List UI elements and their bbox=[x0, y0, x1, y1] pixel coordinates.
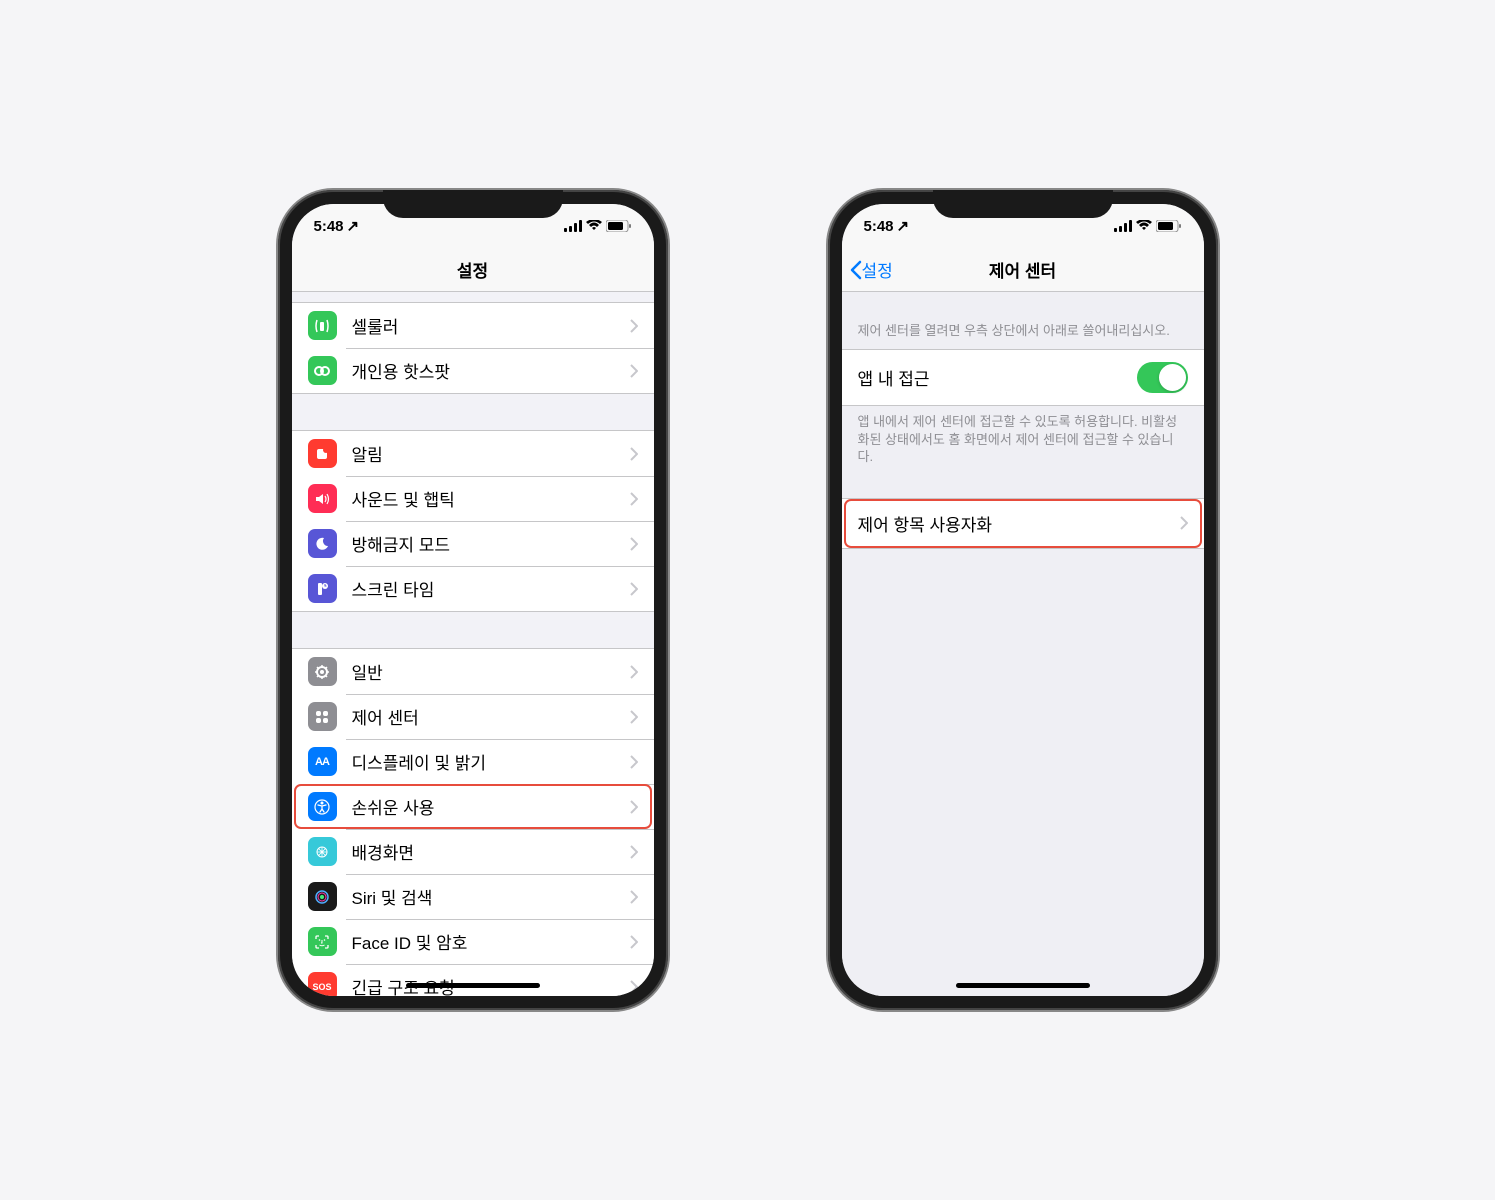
section-footer: 앱 내에서 제어 센터에 접근할 수 있도록 허용합니다. 비활성화된 상태에서… bbox=[842, 406, 1204, 474]
settings-row-faceid[interactable]: Face ID 및 암호 bbox=[292, 919, 654, 964]
status-icons bbox=[564, 220, 632, 232]
cellular-icon bbox=[308, 311, 337, 340]
settings-row-access-in-apps[interactable]: 앱 내 접근 bbox=[842, 350, 1204, 405]
phone-frame-right: 5:48 ↗ 설정 제어 센터 제어 bbox=[828, 190, 1218, 1010]
settings-row-accessibility[interactable]: 손쉬운 사용 bbox=[292, 784, 654, 829]
sounds-icon bbox=[308, 484, 337, 513]
settings-group: 알림 사운드 및 햅틱 방해금지 모드 bbox=[292, 430, 654, 612]
settings-group: 제어 항목 사용자화 bbox=[842, 498, 1204, 549]
settings-row-sounds[interactable]: 사운드 및 햅틱 bbox=[292, 476, 654, 521]
settings-row-siri[interactable]: Siri 및 검색 bbox=[292, 874, 654, 919]
time-label: 5:48 bbox=[864, 218, 894, 235]
control-center-icon bbox=[308, 702, 337, 731]
row-label: 개인용 핫스팟 bbox=[352, 358, 630, 383]
back-button[interactable]: 설정 bbox=[850, 257, 893, 282]
general-icon bbox=[308, 657, 337, 686]
notifications-icon bbox=[308, 439, 337, 468]
row-label: 앱 내 접근 bbox=[858, 365, 1137, 390]
chevron-right-icon bbox=[630, 537, 638, 551]
phone-frame-left: 5:48 ↗ 설정 bbox=[278, 190, 668, 1010]
status-time: 5:48 ↗ bbox=[864, 217, 910, 235]
page-title: 제어 센터 bbox=[989, 257, 1056, 282]
settings-row-hotspot[interactable]: 개인용 핫스팟 bbox=[292, 348, 654, 393]
settings-group: 일반 제어 센터 AA 디스플레이 및 밝기 bbox=[292, 648, 654, 996]
row-label: 배경화면 bbox=[352, 839, 630, 864]
home-indicator[interactable] bbox=[956, 983, 1090, 988]
battery-icon bbox=[1156, 220, 1182, 232]
wifi-icon bbox=[586, 220, 602, 232]
wifi-icon bbox=[1136, 220, 1152, 232]
row-label: 손쉬운 사용 bbox=[352, 794, 630, 819]
chevron-right-icon bbox=[630, 710, 638, 724]
row-label: 방해금지 모드 bbox=[352, 531, 630, 556]
row-label: 디스플레이 및 밝기 bbox=[352, 749, 630, 774]
phone-screen-right: 5:48 ↗ 설정 제어 센터 제어 bbox=[842, 204, 1204, 996]
time-label: 5:48 bbox=[314, 218, 344, 235]
settings-row-sos[interactable]: SOS 긴급 구조 요청 bbox=[292, 964, 654, 996]
notch bbox=[933, 190, 1113, 218]
settings-row-customize-controls[interactable]: 제어 항목 사용자화 bbox=[842, 499, 1204, 548]
status-time: 5:48 ↗ bbox=[314, 217, 360, 235]
siri-icon bbox=[308, 882, 337, 911]
signal-icon bbox=[564, 220, 582, 232]
row-label: 사운드 및 햅틱 bbox=[352, 486, 630, 511]
settings-row-general[interactable]: 일반 bbox=[292, 649, 654, 694]
nav-bar: 설정 bbox=[292, 248, 654, 292]
chevron-right-icon bbox=[630, 800, 638, 814]
back-label: 설정 bbox=[862, 257, 893, 282]
row-label: 알림 bbox=[352, 441, 630, 466]
location-arrow-icon: ↗ bbox=[347, 217, 360, 235]
settings-row-control-center[interactable]: 제어 센터 bbox=[292, 694, 654, 739]
hotspot-icon bbox=[308, 356, 337, 385]
wallpaper-icon bbox=[308, 837, 337, 866]
nav-bar: 설정 제어 센터 bbox=[842, 248, 1204, 292]
location-arrow-icon: ↗ bbox=[897, 217, 910, 235]
row-label: 제어 항목 사용자화 bbox=[858, 511, 1180, 536]
toggle-switch[interactable] bbox=[1137, 362, 1188, 393]
chevron-right-icon bbox=[630, 492, 638, 506]
row-label: Face ID 및 암호 bbox=[352, 929, 630, 954]
chevron-right-icon bbox=[630, 755, 638, 769]
settings-group: 셀룰러 개인용 핫스팟 bbox=[292, 302, 654, 394]
dnd-icon bbox=[308, 529, 337, 558]
settings-row-dnd[interactable]: 방해금지 모드 bbox=[292, 521, 654, 566]
chevron-right-icon bbox=[630, 582, 638, 596]
battery-icon bbox=[606, 220, 632, 232]
chevron-right-icon bbox=[630, 890, 638, 904]
chevron-right-icon bbox=[630, 935, 638, 949]
chevron-right-icon bbox=[630, 665, 638, 679]
control-center-settings[interactable]: 제어 센터를 열려면 우측 상단에서 아래로 쓸어내리십시오. 앱 내 접근 앱… bbox=[842, 292, 1204, 996]
settings-row-display[interactable]: AA 디스플레이 및 밝기 bbox=[292, 739, 654, 784]
signal-icon bbox=[1114, 220, 1132, 232]
settings-row-notifications[interactable]: 알림 bbox=[292, 431, 654, 476]
settings-group: 앱 내 접근 bbox=[842, 349, 1204, 406]
settings-row-screentime[interactable]: 스크린 타임 bbox=[292, 566, 654, 611]
row-label: 제어 센터 bbox=[352, 704, 630, 729]
section-intro: 제어 센터를 열려면 우측 상단에서 아래로 쓸어내리십시오. bbox=[842, 292, 1204, 349]
chevron-right-icon bbox=[630, 845, 638, 859]
faceid-icon bbox=[308, 927, 337, 956]
screentime-icon bbox=[308, 574, 337, 603]
page-title: 설정 bbox=[457, 257, 488, 282]
row-label: 일반 bbox=[352, 659, 630, 684]
settings-row-wallpaper[interactable]: 배경화면 bbox=[292, 829, 654, 874]
row-label: 스크린 타임 bbox=[352, 576, 630, 601]
chevron-right-icon bbox=[630, 980, 638, 994]
chevron-right-icon bbox=[630, 319, 638, 333]
chevron-right-icon bbox=[630, 447, 638, 461]
notch bbox=[383, 190, 563, 218]
chevron-right-icon bbox=[630, 364, 638, 378]
display-icon: AA bbox=[308, 747, 337, 776]
chevron-right-icon bbox=[1180, 516, 1188, 530]
status-icons bbox=[1114, 220, 1182, 232]
row-label: Siri 및 검색 bbox=[352, 884, 630, 909]
sos-icon: SOS bbox=[308, 972, 337, 996]
accessibility-icon bbox=[308, 792, 337, 821]
home-indicator[interactable] bbox=[406, 983, 540, 988]
settings-row-cellular[interactable]: 셀룰러 bbox=[292, 303, 654, 348]
phone-screen-left: 5:48 ↗ 설정 bbox=[292, 204, 654, 996]
row-label: 셀룰러 bbox=[352, 313, 630, 338]
settings-list[interactable]: 셀룰러 개인용 핫스팟 알림 bbox=[292, 292, 654, 996]
